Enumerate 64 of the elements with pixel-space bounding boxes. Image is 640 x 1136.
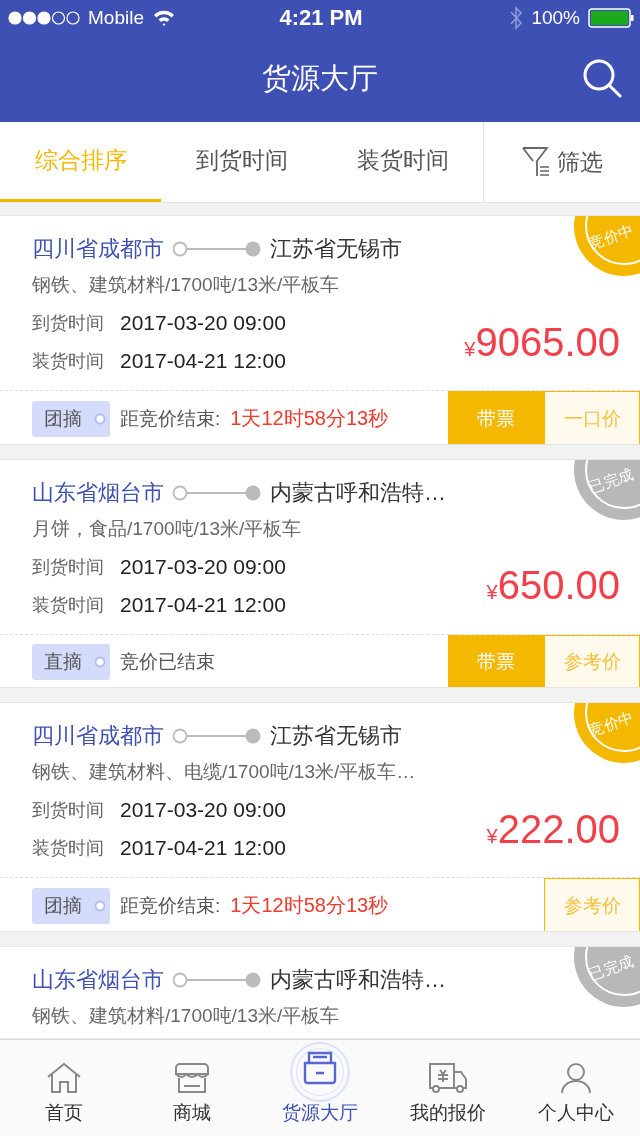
house-icon (46, 1062, 82, 1094)
nav-tab[interactable]: 个人中心 (512, 1040, 640, 1136)
clock: 4:21 PM (279, 5, 363, 31)
cargo-details: 钢铁、建筑材料/1700吨/13米/平板车 (32, 273, 341, 297)
destination-city: 内蒙古呼和浩特… (270, 965, 446, 994)
price: 222.00 (497, 806, 620, 852)
cargo-card[interactable]: 竞价中 四川省成都市 江苏省无锡市 钢铁、建筑材料、电缆/1700吨/13米/平板车… 到货时间 2017-03-20 09:00 装货时间 2017-04-21 12:00 ¥222.00 团摘 距竞价结束: 1天12时58分13秒 参考价 (0, 702, 640, 932)
time-label: 到货时间 (32, 312, 104, 335)
origin-city: 山东省烟台市 (32, 965, 164, 994)
cargo-details: 钢铁、建筑材料、电缆/1700吨/13米/平板车… (32, 760, 417, 785)
battery-icon (588, 8, 634, 28)
filter-button[interactable]: 筛选 (483, 122, 640, 202)
bid-status: 竞价已结束 (120, 650, 215, 675)
currency-symbol: ¥ (464, 337, 476, 361)
price: 9065.00 (475, 319, 620, 365)
tray-icon (302, 1051, 338, 1085)
nav-tab[interactable]: 货源大厅 (256, 1040, 384, 1136)
currency-symbol: ¥ (486, 581, 498, 605)
sort-tab[interactable]: 到货时间 (161, 122, 322, 202)
origin-city: 四川省成都市 (32, 235, 164, 263)
loading-time: 2017-04-21 12:00 (120, 349, 286, 373)
time-label: 装货时间 (32, 837, 104, 861)
origin-city: 山东省烟台市 (32, 478, 164, 507)
currency-symbol: ¥ (486, 824, 498, 848)
store-icon (174, 1062, 210, 1094)
bid-status: 距竞价结束: (120, 406, 221, 431)
cargo-details: 月饼，食品/1700吨/13米/平板车 (32, 516, 303, 541)
status-stamp: 竞价中 (574, 703, 640, 764)
arrival-time: 2017-03-20 09:00 (120, 798, 286, 823)
person-icon (560, 1062, 592, 1094)
bid-status: 距竞价结束: (120, 893, 221, 918)
order-tag: 团摘 (32, 887, 110, 924)
price: 650.00 (497, 563, 620, 609)
signal-icon (8, 11, 80, 25)
sort-tab[interactable]: 装货时间 (322, 122, 483, 202)
time-label: 装货时间 (32, 593, 104, 617)
origin-city: 四川省成都市 (32, 722, 164, 751)
delivery-truck-icon (428, 1062, 468, 1094)
destination-city: 内蒙古呼和浩特… (270, 478, 446, 507)
bluetooth-icon (509, 6, 524, 30)
wifi-icon (152, 9, 176, 27)
carrier-name: Mobile (88, 7, 144, 29)
time-label: 装货时间 (32, 350, 104, 373)
destination-city: 江苏省无锡市 (270, 235, 402, 263)
nav-tab[interactable]: 我的报价 (384, 1040, 512, 1136)
countdown: 1天12时58分13秒 (230, 406, 389, 431)
loading-time: 2017-04-21 12:00 (120, 592, 286, 617)
time-label: 到货时间 (32, 799, 104, 823)
time-label: 到货时间 (32, 555, 104, 579)
arrival-time: 2017-03-20 09:00 (120, 554, 286, 579)
page-title: 货源大厅 (262, 61, 378, 96)
arrival-time: 2017-03-20 09:00 (120, 311, 286, 335)
countdown: 1天12时58分13秒 (230, 893, 389, 919)
search-icon[interactable] (582, 58, 622, 98)
order-tag: 直摘 (32, 644, 110, 681)
loading-time: 2017-04-21 12:00 (120, 836, 286, 861)
filter-icon (521, 145, 551, 179)
order-tag: 团摘 (32, 400, 110, 437)
status-stamp: 竞价中 (574, 216, 640, 276)
nav-tab[interactable]: 商城 (128, 1040, 256, 1136)
cargo-details: 钢铁、建筑材料/1700吨/13米/平板车 (32, 1003, 341, 1028)
nav-tab[interactable]: 首页 (0, 1040, 128, 1136)
destination-city: 江苏省无锡市 (270, 722, 402, 751)
battery-percent: 100% (531, 7, 580, 29)
